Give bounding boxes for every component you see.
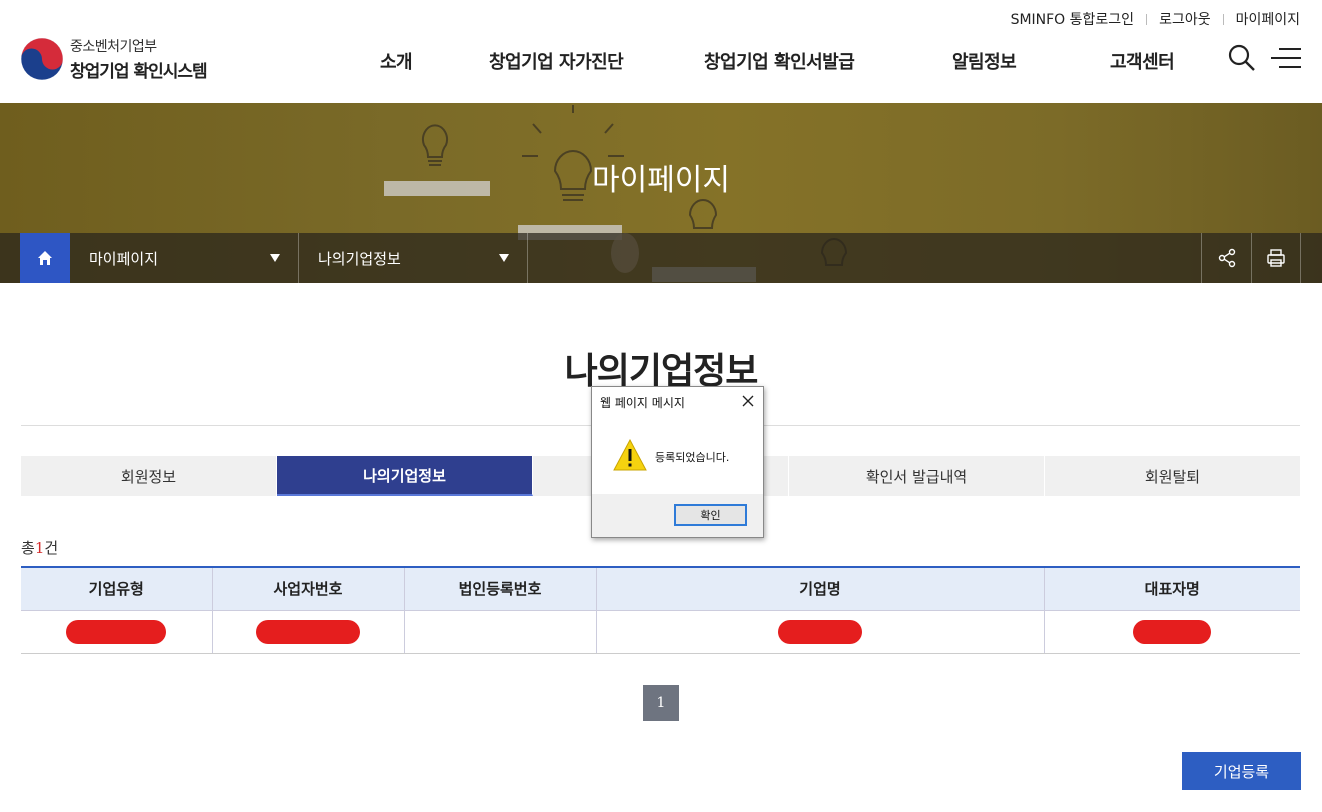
dialog-message: 등록되었습니다. — [655, 451, 730, 464]
dialog-footer: 확인 — [592, 494, 763, 537]
cell-corp-number — [404, 610, 597, 654]
hero-banner: 마이페이지 마이페이지 나의기업정보 — [0, 103, 1322, 283]
nav-item-certificate[interactable]: 창업기업 확인서발급 — [704, 48, 855, 74]
count-prefix: 총 — [21, 539, 35, 557]
register-company-button[interactable]: 기업등록 — [1182, 752, 1301, 790]
dropdown-arrow-icon — [270, 254, 280, 262]
col-company-type: 기업유형 — [21, 567, 213, 611]
company-table: 기업유형 사업자번호 법인등록번호 기업명 대표자명 — [21, 566, 1300, 654]
col-company-name: 기업명 — [596, 567, 1045, 611]
redaction-mark — [1133, 619, 1212, 644]
logout-link[interactable]: 로그아웃 — [1159, 9, 1211, 29]
warning-icon — [613, 438, 647, 471]
hamburger-menu-icon[interactable] — [1271, 46, 1301, 70]
nav-item-notice[interactable]: 알림정보 — [952, 48, 1017, 74]
utility-links: SMINFO 통합로그인 로그아웃 마이페이지 — [1011, 9, 1300, 29]
total-count: 총1건 — [21, 537, 58, 558]
print-icon[interactable] — [1251, 233, 1301, 283]
redaction-mark — [778, 619, 862, 644]
page: SMINFO 통합로그인 로그아웃 마이페이지 중소벤처기업부 창업기업 확인시… — [0, 0, 1322, 812]
tab-member-info[interactable]: 회원정보 — [21, 456, 277, 496]
sminfo-login-link[interactable]: SMINFO 통합로그인 — [1011, 9, 1135, 29]
dropdown-arrow-icon — [499, 254, 509, 262]
nav-item-self-diagnosis[interactable]: 창업기업 자가진단 — [489, 48, 624, 74]
divider — [1146, 13, 1148, 25]
breadcrumb: 마이페이지 나의기업정보 — [0, 233, 1322, 283]
mypage-link[interactable]: 마이페이지 — [1236, 9, 1300, 29]
table-header-row: 기업유형 사업자번호 법인등록번호 기업명 대표자명 — [21, 567, 1300, 611]
count-value: 1 — [34, 539, 45, 557]
dialog-title: 웹 페이지 메시지 — [600, 396, 685, 410]
count-suffix: 건 — [44, 539, 59, 557]
alert-dialog: 웹 페이지 메시지 등록되었습니다. 확인 — [591, 386, 764, 538]
col-ceo-name: 대표자명 — [1044, 567, 1300, 611]
table-row[interactable] — [21, 610, 1300, 654]
tab-certificate-history[interactable]: 확인서 발급내역 — [789, 456, 1045, 496]
breadcrumb-level2-select[interactable]: 나의기업정보 — [299, 233, 528, 283]
col-business-number: 사업자번호 — [212, 567, 405, 611]
cell-business-number — [212, 610, 405, 654]
close-icon[interactable] — [741, 393, 755, 407]
breadcrumb-level1-label: 마이페이지 — [89, 249, 159, 268]
divider — [1222, 13, 1224, 25]
breadcrumb-level1-select[interactable]: 마이페이지 — [70, 233, 299, 283]
share-icon[interactable] — [1201, 233, 1251, 283]
breadcrumb-level2-label: 나의기업정보 — [318, 249, 401, 268]
hero-title: 마이페이지 — [592, 163, 730, 198]
search-icon[interactable] — [1228, 44, 1256, 72]
nav-item-intro[interactable]: 소개 — [380, 48, 413, 74]
redaction-mark — [256, 619, 360, 644]
page-number-current[interactable]: 1 — [643, 685, 679, 721]
global-nav: 소개 창업기업 자가진단 창업기업 확인서발급 알림정보 고객센터 — [0, 48, 1322, 74]
cell-ceo-name — [1044, 610, 1300, 654]
col-corp-number: 법인등록번호 — [404, 567, 597, 611]
tab-withdraw[interactable]: 회원탈퇴 — [1045, 456, 1300, 496]
ok-button[interactable]: 확인 — [674, 504, 747, 526]
nav-item-support[interactable]: 고객센터 — [1110, 48, 1175, 74]
cell-company-name[interactable] — [596, 610, 1045, 654]
redaction-mark — [66, 619, 167, 644]
home-icon[interactable] — [20, 233, 70, 283]
cell-company-type — [21, 610, 213, 654]
tab-my-company-info[interactable]: 나의기업정보 — [277, 456, 533, 496]
